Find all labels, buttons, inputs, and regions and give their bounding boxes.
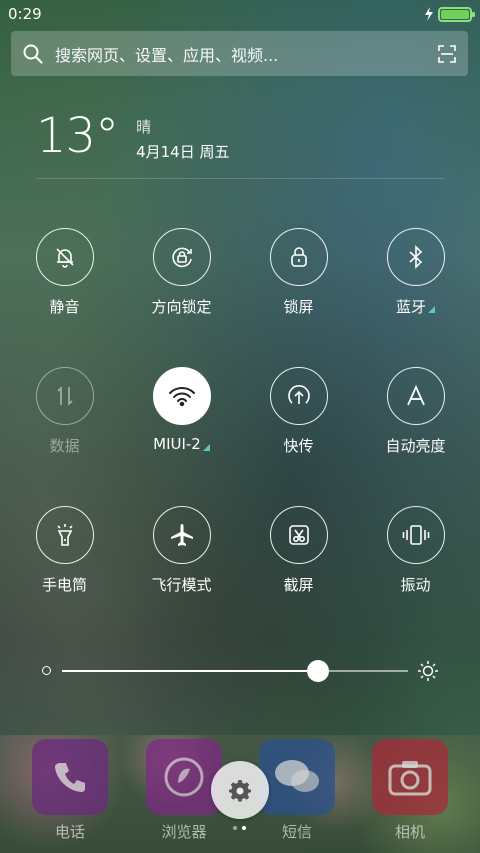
- toggle-auto-brightness-button[interactable]: [386, 367, 445, 425]
- weather-temperature: 13°: [36, 108, 119, 164]
- page-indicator: [233, 826, 246, 830]
- toggle-wifi-button[interactable]: [152, 367, 211, 425]
- toggle-wifi-label: MIUI-2: [153, 435, 210, 453]
- status-time: 0:29: [8, 5, 42, 23]
- quick-transfer-icon: [287, 385, 310, 404]
- toggle-row: 数据 MIUI-2 快传 自动亮度: [0, 367, 480, 506]
- browser-icon: [146, 739, 222, 815]
- mobile-data-icon: [56, 386, 73, 406]
- dock-app-phone[interactable]: 电话: [32, 739, 108, 842]
- toggle-lock-screen-label: 锁屏: [283, 298, 314, 316]
- toggle-flashlight-label: 手电筒: [41, 576, 87, 594]
- toggle-airplane-mode[interactable]: 飞行模式: [123, 506, 240, 645]
- battery-icon: [438, 6, 475, 22]
- search-icon: [23, 44, 43, 64]
- dock-app-label: 浏览器: [161, 823, 207, 841]
- brightness-track[interactable]: [62, 670, 408, 672]
- screenshot-icon: [288, 525, 309, 545]
- message-icon: [259, 739, 335, 815]
- dock-app-label: 电话: [54, 823, 85, 841]
- toggle-mobile-data-label: 数据: [49, 437, 80, 455]
- divider: [36, 178, 444, 179]
- bell-off-icon: [55, 248, 74, 268]
- toggle-bluetooth-button[interactable]: [386, 228, 445, 286]
- dock-app-label: 短信: [281, 823, 312, 841]
- toggle-lock-screen[interactable]: 锁屏: [240, 228, 357, 367]
- toggle-auto-brightness-label: 自动亮度: [385, 437, 446, 455]
- auto-brightness-icon: [406, 385, 425, 406]
- toggle-row: 手电筒 飞行模式 截屏 振动: [0, 506, 480, 645]
- brightness-low-icon: [42, 666, 51, 675]
- lock-icon: [290, 247, 307, 267]
- status-icons: [424, 6, 475, 22]
- toggle-vibrate[interactable]: 振动: [357, 506, 474, 645]
- toggle-wifi[interactable]: MIUI-2: [123, 367, 240, 506]
- toggle-vibrate-label: 振动: [400, 576, 431, 594]
- weather-widget[interactable]: 13° 晴 4月14日 周五: [36, 108, 229, 164]
- toggle-mobile-data[interactable]: 数据: [6, 367, 123, 506]
- dock-app-label: 相机: [394, 823, 425, 841]
- toggle-quick-transfer[interactable]: 快传: [240, 367, 357, 506]
- vibrate-icon: [402, 525, 429, 545]
- toggle-mobile-data-button[interactable]: [35, 367, 94, 425]
- toggle-quick-transfer-label: 快传: [283, 437, 314, 455]
- more-indicator: [428, 306, 435, 313]
- more-indicator: [202, 443, 210, 451]
- bluetooth-icon: [408, 245, 422, 269]
- scan-icon[interactable]: [438, 44, 456, 63]
- toggle-rotation-lock-label: 方向锁定: [151, 298, 212, 316]
- phone-icon: [32, 739, 108, 815]
- toggle-screenshot-label: 截屏: [283, 576, 314, 594]
- camera-icon: [372, 739, 448, 815]
- toggle-bluetooth-label: 蓝牙: [396, 296, 435, 317]
- toggle-flashlight[interactable]: 手电筒: [6, 506, 123, 645]
- toggle-lock-screen-button[interactable]: [269, 228, 328, 286]
- weather-condition: 晴: [136, 118, 152, 136]
- flashlight-icon: [56, 524, 73, 546]
- dock-app-camera[interactable]: 相机: [372, 739, 448, 842]
- weather-date: 4月14日 周五: [136, 143, 230, 161]
- toggle-airplane-mode-label: 飞行模式: [151, 576, 212, 594]
- rotation-lock-icon: [171, 247, 192, 268]
- search-bar[interactable]: 搜索网页、设置、应用、视频...: [11, 31, 468, 76]
- dock-app-messages[interactable]: 短信: [259, 739, 335, 842]
- lightning-icon: [425, 7, 433, 21]
- toggle-quick-transfer-button[interactable]: [269, 367, 328, 425]
- toggle-mute-button[interactable]: [35, 228, 94, 286]
- status-bar: 0:29: [0, 0, 480, 28]
- toggle-auto-brightness[interactable]: 自动亮度: [357, 367, 474, 506]
- search-placeholder: 搜索网页、设置、应用、视频...: [55, 45, 279, 65]
- quick-toggles-grid: 静音 方向锁定 锁屏 蓝牙 数据 MIUI-2 快传 自动亮度 手电筒 飞行模式…: [0, 228, 480, 645]
- brightness-slider[interactable]: [38, 656, 442, 686]
- settings-button[interactable]: [211, 761, 269, 819]
- weather-info: 晴 4月14日 周五: [136, 116, 229, 162]
- toggle-bluetooth[interactable]: 蓝牙: [357, 228, 474, 367]
- toggle-screenshot[interactable]: 截屏: [240, 506, 357, 645]
- gear-icon: [229, 780, 251, 802]
- toggle-row: 静音 方向锁定 锁屏 蓝牙: [0, 228, 480, 367]
- toggle-rotation-lock-button[interactable]: [152, 228, 211, 286]
- toggle-flashlight-button[interactable]: [35, 506, 94, 564]
- brightness-high-icon: [418, 661, 438, 681]
- toggle-mute[interactable]: 静音: [6, 228, 123, 367]
- page-dot-active: [242, 826, 246, 830]
- brightness-thumb[interactable]: [307, 660, 330, 682]
- wifi-icon: [168, 387, 195, 407]
- toggle-mute-label: 静音: [49, 298, 80, 316]
- toggle-rotation-lock[interactable]: 方向锁定: [123, 228, 240, 367]
- airplane-icon: [170, 524, 193, 546]
- page-dot: [233, 826, 237, 830]
- toggle-airplane-mode-button[interactable]: [152, 506, 211, 564]
- toggle-screenshot-button[interactable]: [269, 506, 328, 564]
- toggle-vibrate-button[interactable]: [386, 506, 445, 564]
